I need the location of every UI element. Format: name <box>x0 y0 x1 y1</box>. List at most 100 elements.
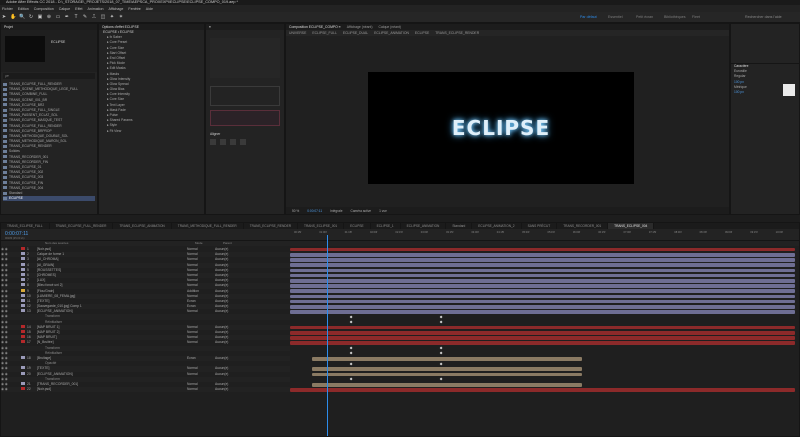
layer-label-color[interactable] <box>21 298 25 302</box>
layer-duration-bar[interactable] <box>290 294 795 299</box>
comp-breadcrumb[interactable]: ECLIPSE_FULL <box>312 31 337 35</box>
align-top-button[interactable] <box>240 139 246 146</box>
rectangle-tool-icon[interactable]: ▭ <box>55 14 61 20</box>
time-ruler[interactable]: 00:15f 01:00f 01:15f 02:00f 02:15f 03:00f 03:1… <box>290 229 797 241</box>
layer-label-color[interactable] <box>21 351 25 354</box>
menu-animation[interactable]: Animation <box>88 7 104 11</box>
layer-duration-bar[interactable] <box>290 279 795 283</box>
layer-label-color[interactable] <box>21 320 25 323</box>
layer-label-color[interactable] <box>21 324 25 328</box>
layer-parent[interactable]: Aucun(e) <box>215 372 228 377</box>
layer-parent[interactable]: Aucun(e) <box>215 387 228 392</box>
keyframe[interactable] <box>439 346 443 350</box>
keyframe[interactable] <box>439 315 443 319</box>
zoom-select[interactable]: 50 % <box>292 209 299 213</box>
layer-duration-bar[interactable] <box>290 247 795 252</box>
layer-label-color[interactable] <box>21 288 25 292</box>
layer-label-color[interactable] <box>21 304 25 308</box>
layer-duration-bar[interactable] <box>290 273 795 278</box>
layer-name[interactable]: [Noir.psd] <box>37 387 187 392</box>
layer-duration-bar[interactable] <box>290 299 795 304</box>
leading-field[interactable]: 100 px <box>734 90 744 94</box>
effect-property[interactable]: ▸ Fit View <box>107 129 204 134</box>
layer-mode[interactable]: Normal <box>187 387 215 392</box>
layer-label-color[interactable] <box>21 309 25 313</box>
keyframe[interactable] <box>349 351 353 356</box>
keyframe[interactable] <box>439 351 443 356</box>
layer-duration-bar[interactable] <box>290 258 795 262</box>
layer-parent[interactable]: Aucun(e) <box>215 356 228 361</box>
layer-row[interactable]: ◉ ◉ 22 [Noir.psd] Normal Aucun(e) <box>1 387 290 393</box>
layer-switches[interactable]: ◉ ◉ <box>1 387 21 392</box>
resolution-select[interactable]: Intégrale <box>330 209 342 213</box>
playhead[interactable] <box>327 235 328 436</box>
layer-label-color[interactable] <box>21 346 25 349</box>
layer-duration-bar[interactable] <box>290 305 795 309</box>
align-tab[interactable]: Aligner <box>206 132 284 137</box>
views-select[interactable]: 1 vue <box>379 209 387 213</box>
layer-label-color[interactable] <box>21 381 25 385</box>
text-tool-icon[interactable]: T <box>73 14 79 20</box>
pen-tool-icon[interactable]: ✒ <box>64 14 70 20</box>
keyframe[interactable] <box>439 362 443 366</box>
align-right-button[interactable] <box>230 139 236 146</box>
rotate-tool-icon[interactable]: ↻ <box>28 14 34 20</box>
info-tab[interactable]: ≡ <box>209 25 211 29</box>
layer-label-color[interactable] <box>21 293 25 297</box>
layer-label-color[interactable] <box>21 252 25 256</box>
layer-label-color[interactable] <box>21 247 25 250</box>
menu-aide[interactable]: Aide <box>146 7 153 11</box>
layer-duration-bar[interactable] <box>290 341 795 345</box>
keyframe[interactable] <box>349 320 353 324</box>
col-source-name[interactable]: Nom des sources <box>45 241 195 246</box>
layer-duration-bar[interactable] <box>290 331 795 335</box>
layer-label-color[interactable] <box>21 377 25 380</box>
layer-duration-bar[interactable] <box>312 383 582 387</box>
camera-select[interactable]: Caméra active <box>351 209 372 213</box>
fill-color-swatch[interactable] <box>783 84 795 96</box>
project-item[interactable]: ECLIPSE <box>3 196 95 202</box>
layer-label-color[interactable] <box>21 283 25 287</box>
layer-duration-bar[interactable] <box>312 357 582 361</box>
workspace-petitcran[interactable]: Petit écran <box>636 15 653 19</box>
puppet-tool-icon[interactable]: ✶ <box>118 14 124 20</box>
layer-duration-bar[interactable] <box>290 284 795 288</box>
menu-edition[interactable]: Edition <box>18 7 29 11</box>
comp-tab[interactable]: Composition ECLIPSE_COMPO ≡ <box>289 25 341 29</box>
roto-tool-icon[interactable]: ✦ <box>109 14 115 20</box>
layer-label-color[interactable] <box>21 278 25 282</box>
hand-tool-icon[interactable]: ✋ <box>10 14 16 20</box>
layer-label-color[interactable] <box>21 267 25 271</box>
anchor-tool-icon[interactable]: ⊕ <box>46 14 52 20</box>
layer-parent[interactable]: Aucun(e) <box>215 340 228 345</box>
layer-duration-bar[interactable] <box>290 289 795 293</box>
keyframe[interactable] <box>349 377 353 382</box>
keyframe[interactable] <box>349 346 353 350</box>
timeline-tracks[interactable] <box>290 247 797 436</box>
menu-fenêtre[interactable]: Fenêtre <box>128 7 140 11</box>
selection-tool-icon[interactable]: ➤ <box>1 14 7 20</box>
effect-controls-tab[interactable]: Options d'effet ECLIPSE <box>102 25 139 29</box>
layer-label-color[interactable] <box>21 262 25 266</box>
help-search[interactable]: Rechercher dans l'aide <box>745 15 782 19</box>
zoom-tool-icon[interactable]: 🔍 <box>19 14 25 20</box>
comp-breadcrumb[interactable]: ECLIPSE_DUAL <box>343 31 368 35</box>
layer-duration-bar[interactable] <box>290 325 795 330</box>
comp-breadcrumb[interactable]: UNIVERSE <box>289 31 306 35</box>
col-parent[interactable]: Parent <box>223 241 232 246</box>
layer-label-color[interactable] <box>21 314 25 317</box>
layer-duration-bar[interactable] <box>290 253 795 257</box>
layer-label-color[interactable] <box>21 366 25 370</box>
composition-viewer[interactable]: ECLIPSE <box>368 72 634 184</box>
layer-label-color[interactable] <box>21 355 25 359</box>
keyframe[interactable] <box>439 320 443 324</box>
keyframe[interactable] <box>439 377 443 382</box>
comp-tab[interactable]: Affichage (néant) <box>347 25 373 29</box>
layer-label-color[interactable] <box>21 371 25 375</box>
layer-duration-bar[interactable] <box>290 268 795 273</box>
layer-duration-bar[interactable] <box>290 388 795 392</box>
col-mode[interactable]: Mode <box>195 241 223 246</box>
comp-tab[interactable]: Calque (néant) <box>379 25 401 29</box>
workspace-fleet[interactable]: Fleet <box>692 15 700 19</box>
layer-label-color[interactable] <box>21 330 25 333</box>
